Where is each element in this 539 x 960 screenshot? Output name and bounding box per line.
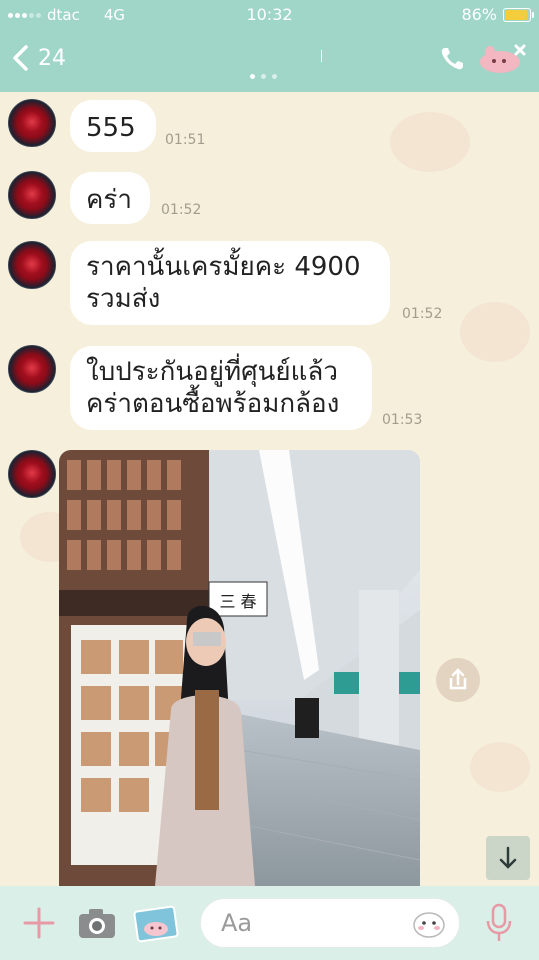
divider [321,50,322,62]
message-bubble[interactable]: ใบประกันอยู่ที่ศุนย์แล้ว คร่าตอนซื้อพร้อ… [70,346,372,430]
message-text: คร่า [86,185,132,215]
background-decoration [460,302,530,362]
message-time: 01:52 [161,202,202,218]
message-text: ราคานั้นเครมั้ยคะ 4900 [86,252,361,282]
image-icon[interactable] [132,903,182,943]
share-button[interactable] [436,658,480,702]
avatar[interactable] [8,450,56,498]
message-bubble[interactable]: ราคานั้นเครมั้ยคะ 4900 รวมส่ง [70,241,390,325]
message-text: ใบประกันอยู่ที่ศุนย์แล้ว [86,357,338,387]
arrow-down-icon [499,846,517,869]
emoji-icon[interactable] [411,907,447,939]
message-text: รวมส่ง [86,284,161,314]
sticker-icon[interactable] [476,40,528,76]
microphone-icon[interactable] [484,902,514,944]
chat-navbar: 24 [0,30,539,92]
message-bubble[interactable]: คร่า [70,172,150,224]
battery-percent: 86% [461,5,497,24]
photo-image [59,450,420,886]
chevron-left-icon [13,45,28,71]
share-icon [449,668,467,690]
chat-area[interactable]: 555 01:51 คร่า 01:52 ราคานั้นเครมั้ยคะ 4… [0,92,539,886]
status-bar: dtac 4G 10:32 86% [0,0,539,30]
scroll-down-button[interactable] [486,836,530,880]
background-decoration [390,112,470,172]
unread-count: 24 [38,45,66,71]
plus-icon[interactable] [22,906,56,940]
header: dtac 4G 10:32 86% 24 [0,0,539,92]
avatar[interactable] [8,241,56,289]
input-bar: Aa [0,886,539,960]
sign-text: 三 春 [219,592,257,611]
message-text: 555 [86,113,136,143]
message-text: คร่าตอนซื้อพร้อมกล้อง [86,389,340,419]
background-decoration [470,742,530,792]
camera-icon[interactable] [77,906,117,940]
message-input-placeholder: Aa [221,909,253,937]
message-input[interactable]: Aa [200,898,460,948]
back-button[interactable]: 24 [10,44,66,72]
avatar[interactable] [8,345,56,393]
clock: 10:32 [246,5,293,24]
avatar[interactable] [8,99,56,147]
message-time: 01:51 [165,132,206,148]
message-time: 01:53 [382,412,423,428]
avatar[interactable] [8,171,56,219]
message-bubble[interactable]: 555 [70,100,156,152]
page-indicator [250,74,277,79]
message-time: 01:52 [402,306,443,322]
battery-icon [503,7,534,22]
photo-message[interactable]: 三 春 [59,450,420,886]
phone-icon[interactable] [439,46,465,72]
